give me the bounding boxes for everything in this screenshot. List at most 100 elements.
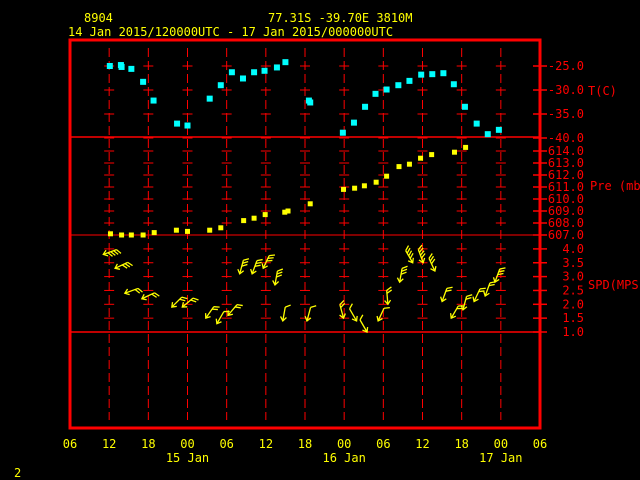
temperature-point	[282, 59, 289, 66]
pressure-point	[119, 232, 125, 238]
x-tick-label: 18	[141, 437, 155, 451]
wind-arrow-feather	[359, 314, 364, 321]
pressure-point	[218, 225, 224, 231]
pressure-point	[406, 161, 412, 167]
wind-arrow	[204, 306, 220, 320]
pressure-point	[185, 228, 190, 234]
x-tick-label: 18	[298, 437, 312, 451]
x-tick-label: 12	[415, 437, 429, 451]
temperature-point	[484, 131, 491, 138]
temperature-point	[350, 119, 357, 126]
x-tick-label: 12	[259, 437, 273, 451]
temperature-point	[383, 86, 390, 93]
temperature-point	[228, 69, 235, 76]
x-tick-label: 12	[102, 437, 116, 451]
wind-arrow	[339, 299, 346, 320]
pressure-point	[262, 212, 268, 218]
temperature-point	[206, 95, 213, 102]
time-period: 14 Jan 2015/120000UTC - 17 Jan 2015/0000…	[68, 25, 393, 39]
wind-arrow	[440, 286, 453, 303]
wind-arrow-feather	[479, 287, 486, 290]
wind-speed-tick-label: 1.0	[562, 325, 584, 339]
pressure-point	[251, 215, 257, 221]
wind-arrow-feather	[285, 304, 291, 308]
pressure-point	[418, 155, 424, 161]
x-tick-label: 06	[63, 437, 77, 451]
wind-arrow-feather	[446, 286, 453, 290]
temperature-tick-label: -35.0	[548, 107, 584, 121]
temperature-point	[106, 63, 113, 69]
wind-arrow	[376, 306, 390, 322]
wind-arrow	[237, 258, 250, 275]
temperature-point	[362, 103, 369, 110]
wind-arrow	[349, 303, 358, 322]
wind-arrow	[140, 292, 160, 301]
pressure-axis-label: Pre (mb)	[590, 179, 640, 193]
page-number: 2	[14, 466, 21, 480]
pressure-point	[107, 231, 113, 237]
pressure-point	[429, 152, 435, 158]
wind-arrow-shaft	[171, 296, 183, 308]
pressure-point	[451, 149, 457, 155]
wind-arrow-feather	[310, 305, 317, 309]
temperature-tick-label: -25.0	[548, 59, 584, 73]
pressure-point	[241, 218, 247, 224]
wind-arrow	[181, 297, 199, 308]
temperature-point	[307, 99, 314, 106]
pressure-point	[384, 173, 390, 179]
temperature-point	[273, 64, 280, 71]
temperature-point	[339, 129, 346, 136]
temperature-point	[440, 70, 447, 77]
wind-speed-axis-label: SPD(MPS)	[588, 278, 640, 292]
wind-arrow	[123, 287, 143, 296]
temperature-point	[128, 65, 135, 72]
temperature-point	[217, 82, 224, 89]
pressure-point	[173, 227, 179, 233]
wind-speed-tick-label: 2.0	[562, 297, 584, 311]
x-tick-label: 00	[180, 437, 194, 451]
temperature-point	[495, 126, 502, 133]
pressure-point	[463, 144, 469, 150]
wind-arrow	[227, 304, 243, 317]
temperature-point	[395, 82, 402, 89]
wind-arrow	[304, 305, 317, 322]
x-date-label: 16 Jan	[322, 451, 365, 465]
x-tick-label: 06	[219, 437, 233, 451]
x-tick-label: 18	[454, 437, 468, 451]
wind-arrow	[359, 314, 369, 333]
axes: 06 12 18 00 06 12 18 00 06 12 18 00 06 15 Jan 16 Jan 17…	[63, 59, 584, 465]
pressure-point	[207, 227, 213, 233]
temperature-point	[251, 69, 258, 76]
temperature-point	[184, 122, 191, 129]
temperature-axis-label: T(C)	[588, 84, 617, 98]
pressure-point	[140, 232, 146, 238]
temperature-point	[418, 71, 425, 78]
temperature-point	[450, 81, 457, 88]
temperature-point	[473, 120, 480, 127]
wind-arrow	[250, 258, 263, 275]
wind-arrow-feather	[383, 306, 390, 309]
temperature-point	[372, 90, 379, 97]
data-marks	[102, 59, 506, 333]
wind-speed-tick-label: 1.5	[562, 311, 584, 325]
wind-arrow	[261, 254, 276, 270]
wind-arrow	[417, 244, 426, 264]
x-tick-label: 00	[494, 437, 508, 451]
pressure-point	[361, 183, 367, 189]
station-id: 8904	[84, 11, 113, 25]
wind-arrow	[492, 267, 506, 284]
x-date-label: 17 Jan	[479, 451, 522, 465]
temperature-point	[150, 97, 157, 104]
wind-arrow-feather	[243, 258, 250, 261]
x-date-label: 15 Jan	[166, 451, 209, 465]
wind-arrow	[396, 265, 408, 284]
wind-arrow-feather	[269, 254, 276, 257]
temperature-point	[140, 78, 147, 85]
wind-speed-tick-label: 3.0	[562, 270, 584, 284]
wind-arrow	[215, 310, 230, 325]
station-time-series-chart: 8904 77.31S -39.70E 3810M 14 Jan 2015/12…	[14, 11, 640, 480]
pressure-point	[151, 230, 157, 236]
pressure-point	[285, 208, 291, 214]
wind-arrow	[472, 287, 486, 303]
pressure-point	[352, 185, 358, 191]
